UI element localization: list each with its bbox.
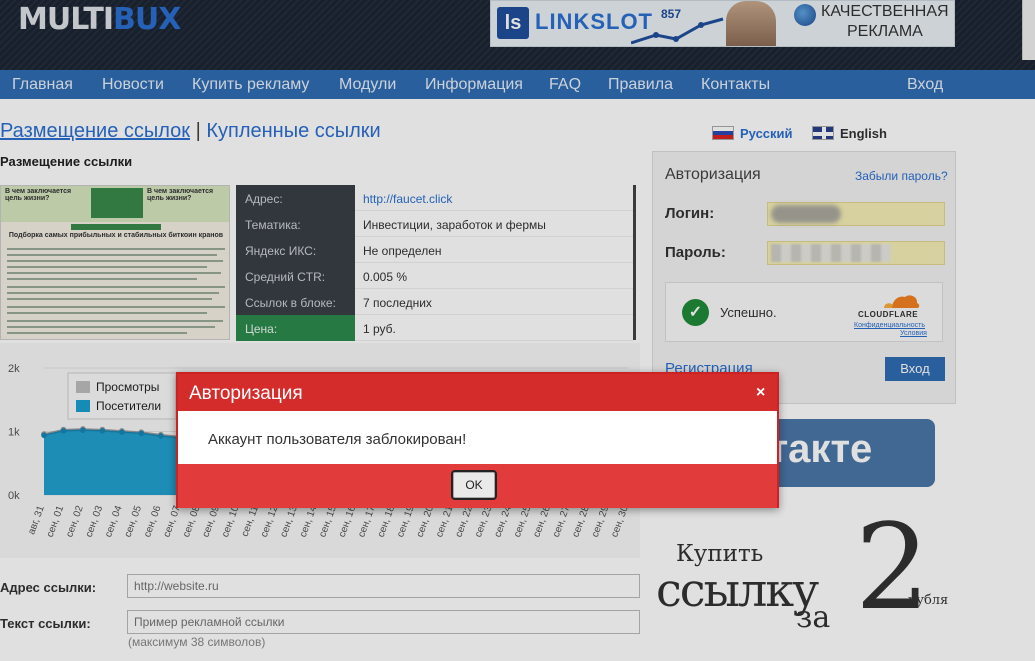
dialog-message: Аккаунт пользователя заблокирован! (208, 431, 467, 448)
dialog-footer: OK (178, 464, 777, 508)
close-icon[interactable]: × (756, 384, 765, 402)
auth-error-dialog: Авторизация × Аккаунт пользователя забло… (176, 372, 779, 508)
ok-button[interactable]: OK (451, 470, 497, 500)
dialog-body: Аккаунт пользователя заблокирован! (178, 411, 777, 464)
dialog-title: Авторизация (189, 383, 303, 404)
modal-overlay (0, 0, 1035, 661)
